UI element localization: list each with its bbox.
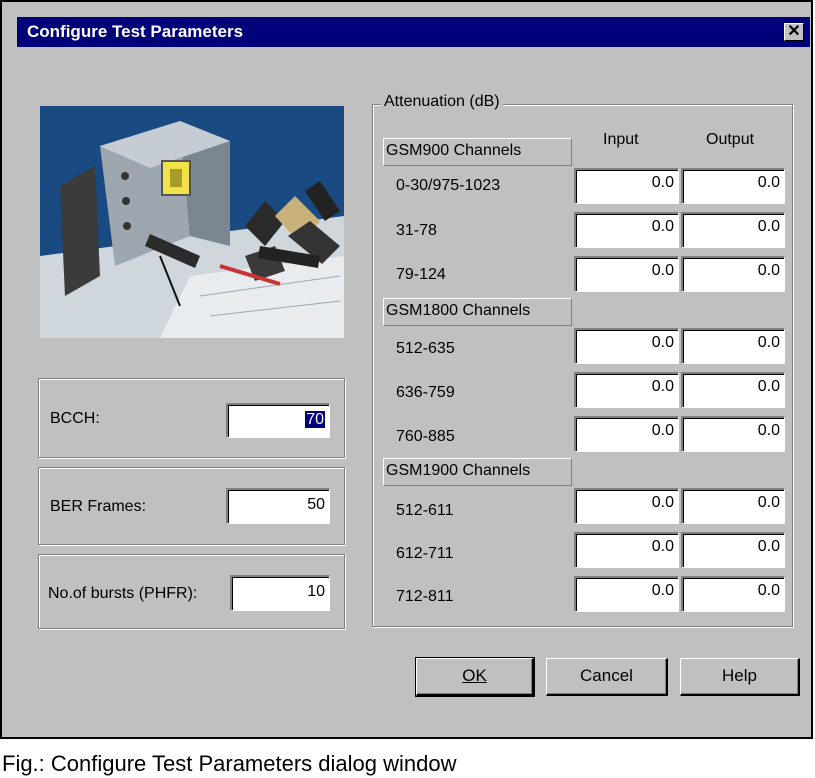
input-attenuation-field[interactable]: 0.0 [574, 372, 679, 408]
column-output-header: Output [706, 131, 755, 148]
cancel-button-label: Cancel [580, 666, 633, 685]
input-attenuation-field[interactable]: 0.0 [574, 532, 679, 568]
input-attenuation-field[interactable]: 0.0 [574, 256, 679, 292]
column-input-header: Input [603, 131, 639, 148]
channel-range-label: 760-885 [396, 428, 455, 445]
equipment-photo-illustration [40, 106, 344, 338]
ber-frames-input[interactable]: 50 [226, 488, 330, 524]
channel-range-label: 31-78 [396, 222, 437, 239]
output-attenuation-field[interactable]: 0.0 [681, 488, 785, 524]
gsm900-header-label: GSM900 Channels [386, 142, 522, 159]
channel-range-label: 0-30/975-1023 [396, 177, 501, 194]
bursts-label: No.of bursts (PHFR): [48, 585, 198, 602]
channel-range-label: 79-124 [396, 266, 446, 283]
channel-range-label: 612-711 [396, 545, 454, 562]
input-attenuation-field[interactable]: 0.0 [574, 416, 679, 452]
channel-range-label: 636-759 [396, 384, 455, 401]
input-attenuation-field[interactable]: 0.0 [574, 328, 679, 364]
output-attenuation-field[interactable]: 0.0 [681, 212, 785, 248]
ok-button-label: OK [462, 666, 487, 685]
help-button[interactable]: Help [680, 658, 800, 696]
bursts-value: 10 [307, 583, 325, 600]
ber-frames-label: BER Frames: [50, 498, 147, 515]
gsm1800-header: GSM1800 Channels [383, 298, 572, 326]
ber-frames-value: 50 [307, 496, 325, 513]
gsm1900-header: GSM1900 Channels [383, 458, 572, 486]
channel-range-label: 512-635 [396, 340, 455, 357]
close-icon: ✕ [787, 23, 801, 40]
output-attenuation-field[interactable]: 0.0 [681, 372, 785, 408]
channel-range-label: 512-611 [396, 502, 454, 519]
attenuation-group-label: Attenuation (dB) [381, 93, 503, 111]
channel-range-label: 712-811 [396, 588, 454, 605]
bcch-value: 70 [305, 411, 325, 428]
output-attenuation-field[interactable]: 0.0 [681, 532, 785, 568]
output-attenuation-field[interactable]: 0.0 [681, 168, 785, 204]
output-attenuation-field[interactable]: 0.0 [681, 328, 785, 364]
output-attenuation-field[interactable]: 0.0 [681, 416, 785, 452]
equipment-photo [40, 106, 344, 338]
gsm900-header: GSM900 Channels [383, 138, 572, 166]
bcch-label: BCCH: [50, 410, 100, 427]
bursts-input[interactable]: 10 [230, 575, 330, 611]
output-attenuation-field[interactable]: 0.0 [681, 576, 785, 612]
figure-caption: Fig.: Configure Test Parameters dialog w… [2, 751, 457, 776]
cancel-button[interactable]: Cancel [546, 658, 668, 696]
dialog-title: Configure Test Parameters [27, 22, 244, 41]
output-attenuation-field[interactable]: 0.0 [681, 256, 785, 292]
gsm1800-header-label: GSM1800 Channels [386, 302, 531, 319]
close-button[interactable]: ✕ [784, 23, 804, 41]
bcch-input[interactable]: 70 [226, 403, 330, 438]
input-attenuation-field[interactable]: 0.0 [574, 488, 679, 524]
ok-button[interactable]: OK [415, 657, 535, 697]
input-attenuation-field[interactable]: 0.0 [574, 168, 679, 204]
input-attenuation-field[interactable]: 0.0 [574, 576, 679, 612]
gsm1900-header-label: GSM1900 Channels [386, 462, 531, 479]
title-bar: Configure Test Parameters ✕ [17, 17, 810, 47]
help-button-label: Help [722, 666, 757, 685]
input-attenuation-field[interactable]: 0.0 [574, 212, 679, 248]
